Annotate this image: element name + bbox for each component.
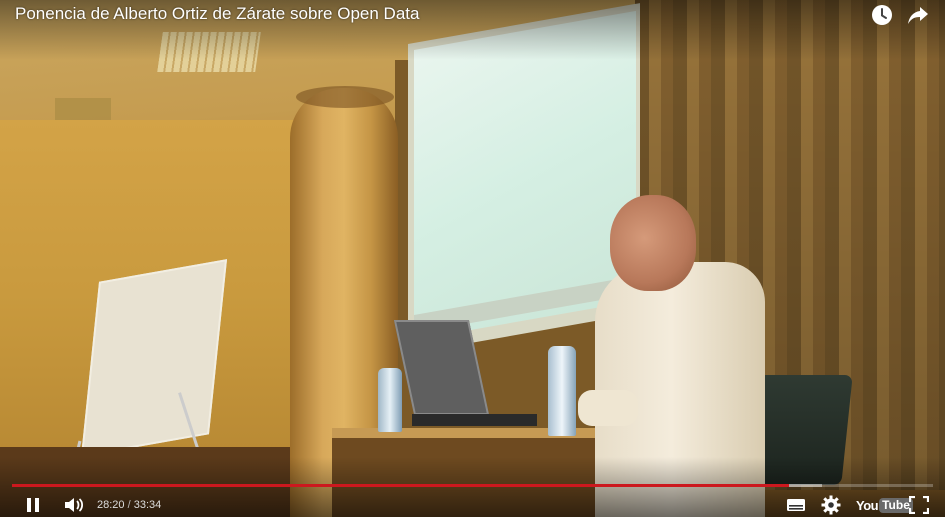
time-separator: / bbox=[127, 499, 131, 511]
settings-button[interactable] bbox=[820, 494, 842, 516]
fullscreen-button[interactable] bbox=[908, 494, 930, 516]
watch-later-button[interactable] bbox=[871, 4, 893, 26]
progress-played bbox=[12, 484, 790, 487]
youtube-logo[interactable]: You Tube bbox=[856, 496, 913, 514]
time-display: 28:20 / 33:34 bbox=[97, 499, 161, 511]
fullscreen-icon bbox=[909, 496, 929, 514]
pillar-top bbox=[296, 86, 394, 108]
current-time: 28:20 bbox=[97, 499, 125, 511]
water-bottle bbox=[548, 346, 576, 436]
captions-button[interactable] bbox=[785, 494, 807, 516]
clock-icon bbox=[872, 5, 892, 25]
captions-icon bbox=[787, 499, 805, 511]
progress-bar[interactable] bbox=[12, 484, 933, 487]
volume-icon bbox=[65, 498, 84, 512]
duration: 33:34 bbox=[133, 499, 162, 511]
video-title[interactable]: Ponencia de Alberto Ortiz de Zárate sobr… bbox=[15, 4, 419, 24]
speaker-head bbox=[610, 195, 696, 291]
laptop-base bbox=[412, 414, 537, 426]
pause-icon bbox=[27, 498, 39, 512]
water-bottle bbox=[378, 368, 402, 432]
volume-button[interactable] bbox=[62, 494, 86, 516]
share-button[interactable] bbox=[907, 4, 929, 26]
gear-icon bbox=[821, 495, 841, 515]
youtube-logo-you: You bbox=[856, 497, 879, 513]
pause-button[interactable] bbox=[22, 494, 44, 516]
flipchart bbox=[80, 259, 228, 457]
speaker-arm bbox=[578, 390, 638, 426]
video-frame[interactable] bbox=[0, 0, 945, 517]
share-arrow-icon bbox=[908, 7, 928, 24]
ceiling-vent bbox=[55, 98, 111, 120]
